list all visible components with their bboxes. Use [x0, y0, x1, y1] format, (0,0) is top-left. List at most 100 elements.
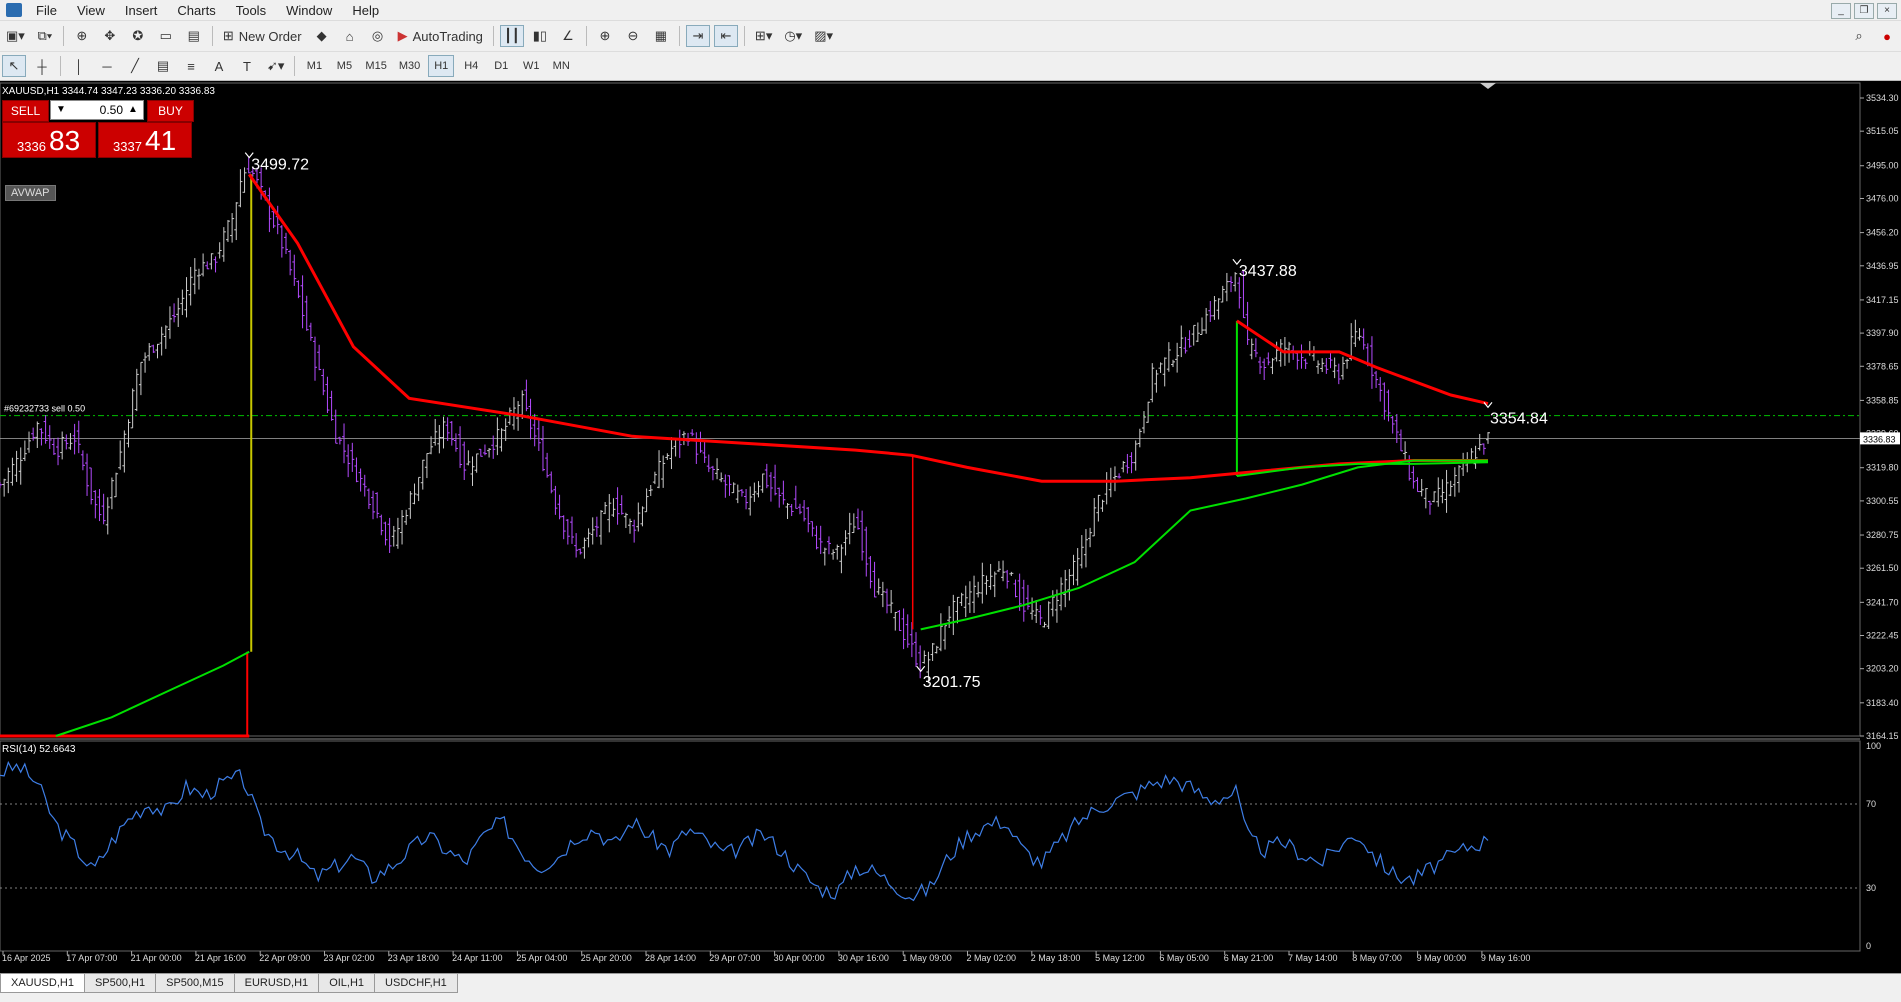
annotation-marker-icon	[916, 665, 926, 673]
lot-size-input[interactable]	[71, 102, 123, 118]
price-annotation: 3499.72	[251, 157, 309, 174]
timeframe-w1[interactable]: W1	[518, 55, 544, 77]
price-tick-label: 3319.80	[1866, 463, 1899, 473]
templates-icon[interactable]: ▨▾	[810, 25, 837, 47]
timeframe-h4[interactable]: H4	[458, 55, 484, 77]
terminal-icon[interactable]: ▭	[154, 25, 178, 47]
crosshair-icon[interactable]: ┼	[30, 55, 54, 77]
trendline-icon[interactable]: ╱	[123, 55, 147, 77]
navigator-icon[interactable]: ✪	[126, 25, 150, 47]
price-tick-label: 3534.30	[1866, 93, 1899, 103]
line-chart-icon[interactable]: ∠	[556, 25, 580, 47]
rsi-frame	[0, 740, 1861, 952]
menu-help[interactable]: Help	[342, 3, 389, 18]
timeframe-d1[interactable]: D1	[488, 55, 514, 77]
ask-price-button[interactable]: 3337 41	[98, 122, 192, 158]
search-icon[interactable]: ⌕	[1847, 25, 1871, 47]
zoom-in-icon[interactable]: ⊕	[593, 25, 617, 47]
metaeditor-icon[interactable]: ◆	[310, 25, 334, 47]
sell-button[interactable]: SELL	[2, 100, 49, 122]
timeframe-m5[interactable]: M5	[331, 55, 357, 77]
avwap-indicator-button[interactable]: AVWAP	[5, 185, 56, 201]
menu-insert[interactable]: Insert	[115, 3, 168, 18]
time-label: 28 Apr 14:00	[645, 953, 696, 963]
chart-shift-icon[interactable]: ⇤	[713, 25, 738, 47]
tile-windows-icon[interactable]: ▦	[649, 25, 673, 47]
time-label: 30 Apr 00:00	[774, 953, 825, 963]
menu-charts[interactable]: Charts	[167, 3, 225, 18]
line-studies-toolbar: ↖ ┼ │ ─ ╱ ▤ ≡ A T ➹▾ M1 M5 M15 M30 H1 H4…	[0, 52, 1901, 81]
bid-price-small: 3336	[17, 139, 46, 154]
price-tick-label: 3183.40	[1866, 698, 1899, 708]
close-icon[interactable]: ×	[1877, 3, 1897, 19]
chart-area[interactable]: 3534.30 3515.05 3495.00 3476.00 3456.20 3436.…	[0, 81, 1901, 971]
data-window-icon[interactable]: ✥	[98, 25, 122, 47]
fibonacci-icon[interactable]: ≡	[179, 55, 203, 77]
menu-bar: File View Insert Charts Tools Window Hel…	[0, 0, 1901, 21]
menu-window[interactable]: Window	[276, 3, 342, 18]
time-label: 17 Apr 07:00	[66, 953, 117, 963]
new-order-button[interactable]: ⊞ New Order	[219, 25, 306, 47]
price-tick-label: 3164.15	[1866, 731, 1899, 741]
equidistant-channel-icon[interactable]: ▤	[151, 55, 175, 77]
timeframe-mn[interactable]: MN	[548, 55, 574, 77]
rsi-tick-label: 0	[1866, 941, 1871, 951]
current-price-label: 3336.83	[1863, 434, 1896, 444]
arrows-icon[interactable]: ➹▾	[263, 55, 288, 77]
notification-icon[interactable]: ●	[1875, 25, 1899, 47]
timeframe-m15[interactable]: M15	[361, 55, 390, 77]
timeframe-m30[interactable]: M30	[395, 55, 424, 77]
indicators-icon[interactable]: ⊞▾	[751, 25, 776, 47]
bar-chart-icon[interactable]: ┃┃	[499, 25, 524, 47]
price-tick-label: 3417.15	[1866, 295, 1899, 305]
tab-oil-h1[interactable]: OIL,H1	[318, 974, 376, 993]
profiles-icon[interactable]: ⧉▾	[33, 25, 57, 47]
tab-sp500-m15[interactable]: SP500,M15	[155, 974, 235, 993]
tab-eurusd-h1[interactable]: EURUSD,H1	[233, 974, 320, 993]
buy-button[interactable]: BUY	[147, 100, 194, 122]
timeframe-h1[interactable]: H1	[428, 55, 455, 77]
menu-view[interactable]: View	[67, 3, 115, 18]
time-label: 7 May 14:00	[1288, 953, 1338, 963]
cursor-icon[interactable]: ↖	[2, 55, 26, 77]
auto-scroll-icon[interactable]: ⇥	[685, 25, 710, 47]
price-annotation: 3201.75	[923, 674, 981, 691]
time-label: 23 Apr 18:00	[388, 953, 439, 963]
price-tick-label: 3203.20	[1866, 664, 1899, 674]
market-watch-icon[interactable]: ⊕	[70, 25, 94, 47]
time-label: 9 May 16:00	[1481, 953, 1531, 963]
bid-price-button[interactable]: 3336 83	[2, 122, 96, 158]
horizontal-line-icon[interactable]: ─	[95, 55, 119, 77]
lot-increase-icon[interactable]: ▲	[125, 102, 141, 118]
tab-xauusd-h1[interactable]: XAUUSD,H1	[0, 974, 85, 993]
app-icon	[6, 3, 22, 17]
menu-file[interactable]: File	[26, 3, 67, 18]
autotrading-button[interactable]: ▶ AutoTrading	[394, 25, 487, 47]
strategy-tester-icon[interactable]: ▤	[182, 25, 206, 47]
new-chart-icon[interactable]: ▣▾	[2, 25, 29, 47]
separator	[294, 56, 296, 76]
market-icon[interactable]: ◎	[366, 25, 390, 47]
text-label-icon[interactable]: T	[235, 55, 259, 77]
price-tick-label: 3300.55	[1866, 496, 1899, 506]
minimize-icon[interactable]: _	[1831, 3, 1851, 19]
bid-price-big: 83	[49, 125, 81, 156]
tab-usdchf-h1[interactable]: USDCHF,H1	[374, 974, 458, 993]
restore-icon[interactable]: ❐	[1854, 3, 1874, 19]
timeframe-m1[interactable]: M1	[301, 55, 327, 77]
text-icon[interactable]: A	[207, 55, 231, 77]
price-tick-label: 3280.75	[1866, 530, 1899, 540]
periods-icon[interactable]: ◷▾	[780, 25, 806, 47]
tab-sp500-h1[interactable]: SP500,H1	[83, 974, 157, 993]
time-label: 21 Apr 00:00	[131, 953, 182, 963]
menu-tools[interactable]: Tools	[226, 3, 276, 18]
lot-decrease-icon[interactable]: ▼	[53, 102, 69, 118]
separator	[743, 26, 745, 46]
signals-icon[interactable]: ⌂	[338, 25, 362, 47]
time-label: 6 May 21:00	[1224, 953, 1274, 963]
vertical-line-icon[interactable]: │	[67, 55, 91, 77]
zoom-out-icon[interactable]: ⊖	[621, 25, 645, 47]
candlestick-icon[interactable]: ▮▯	[528, 25, 552, 47]
rsi-line	[0, 760, 1489, 902]
avwap-line	[55, 650, 250, 737]
